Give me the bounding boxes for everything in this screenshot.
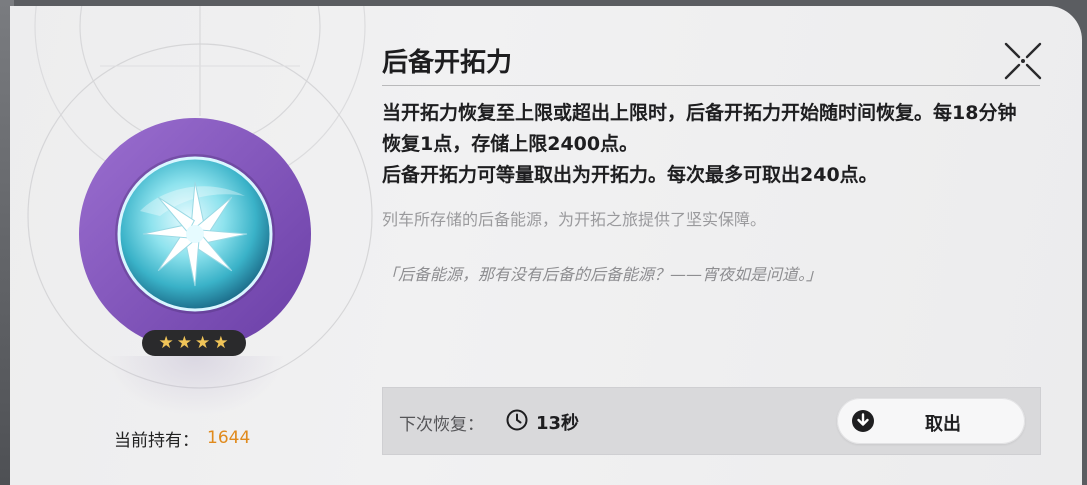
star-icon: ★: [158, 333, 175, 353]
dialog-title: 后备开拓力: [382, 48, 513, 78]
take-out-label: 取出: [925, 414, 961, 435]
item-reflection: [105, 356, 285, 416]
close-icon[interactable]: [1000, 38, 1046, 84]
owned-count: 当前持有： 1644: [114, 426, 251, 451]
rarity-stars: ★ ★ ★ ★: [142, 330, 246, 356]
flavor-text: 列车所存储的后备能源，为开拓之旅提供了坚实保障。: [382, 210, 767, 229]
quote-text: 「后备能源，那有没有后备的后备能源？——宵夜如是问道。」: [382, 265, 823, 284]
recovery-bar: 下次恢复： 13秒 取出: [382, 387, 1041, 455]
owned-label: 当前持有：: [114, 430, 199, 451]
star-icon: ★: [213, 333, 230, 353]
take-out-button[interactable]: 取出: [837, 398, 1025, 444]
next-recovery-label: 下次恢复：: [399, 415, 484, 435]
title-divider: [382, 85, 1040, 86]
owned-value: 1644: [207, 428, 251, 448]
description: 当开拓力恢复至上限或超出上限时，后备开拓力开始随时间恢复。每18分钟恢复1点，存…: [382, 98, 1032, 191]
next-recovery-value: 13秒: [536, 413, 580, 434]
item-orb-icon: [79, 118, 311, 350]
clock-icon: [506, 409, 528, 431]
star-icon: ★: [176, 333, 193, 353]
description-line: 当开拓力恢复至上限或超出上限时，后备开拓力开始随时间恢复。每18分钟恢复1点，存…: [382, 102, 1017, 155]
star-icon: ★: [195, 333, 212, 353]
description-line: 后备开拓力可等量取出为开拓力。每次最多可取出240点。: [382, 164, 878, 186]
reserve-power-dialog: ★ ★ ★ ★ 当前持有： 1644 后备开拓力 当开拓力恢复至上限或超出上限时…: [10, 6, 1082, 485]
